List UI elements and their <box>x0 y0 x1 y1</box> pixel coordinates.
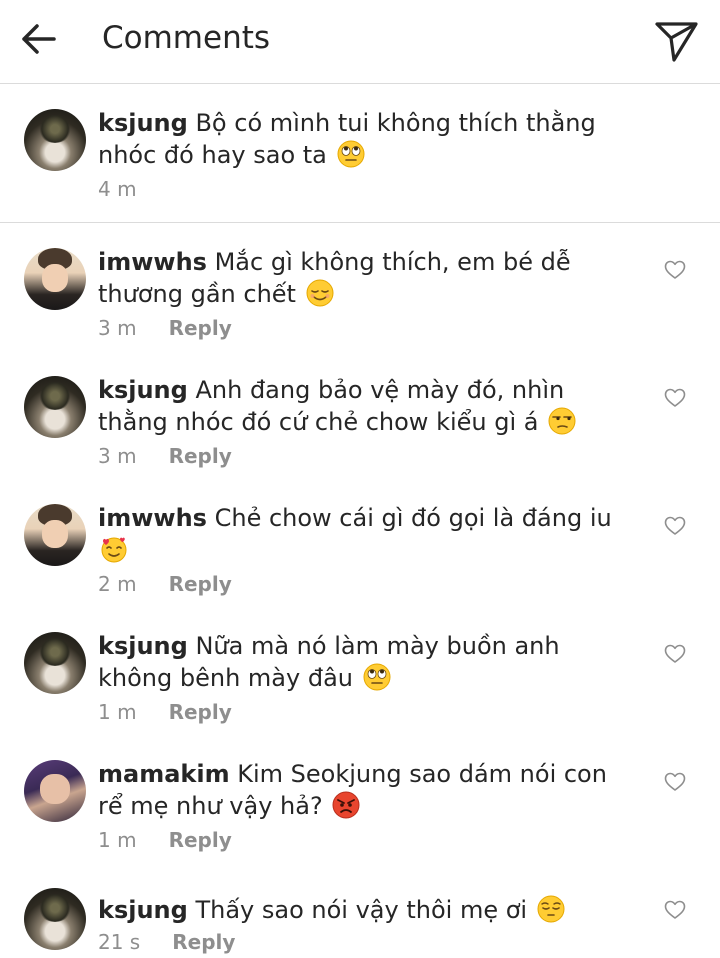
timestamp: 1 m <box>98 828 137 852</box>
eye-roll-emoji-icon <box>337 140 365 168</box>
angry-emoji-icon <box>332 791 360 819</box>
username[interactable]: mamakim <box>98 760 230 788</box>
timestamp: 1 m <box>98 700 137 724</box>
avatar[interactable] <box>24 376 86 438</box>
comment-item: imwwhs Chẻ chow cái gì đó gọi là đáng iu… <box>0 480 720 608</box>
heart-icon[interactable] <box>664 772 686 792</box>
heart-icon[interactable] <box>664 388 686 408</box>
comment-text: imwwhs Chẻ chow cái gì đó gọi là đáng iu <box>98 502 638 566</box>
username[interactable]: ksjung <box>98 632 188 660</box>
comment-text: ksjung Thấy sao nói vậy thôi mẹ ơi <box>98 894 638 926</box>
avatar[interactable] <box>24 632 86 694</box>
timestamp: 21 s <box>98 930 141 954</box>
username[interactable]: ksjung <box>98 896 188 924</box>
username[interactable]: imwwhs <box>98 248 207 276</box>
comment-meta: 1 m Reply <box>98 700 232 724</box>
heart-icon[interactable] <box>664 900 686 920</box>
caption-text: ksjung Bộ có mình tui không thích thằng … <box>98 107 638 171</box>
username[interactable]: imwwhs <box>98 504 207 532</box>
username[interactable]: ksjung <box>98 376 188 404</box>
comment-text: imwwhs Mắc gì không thích, em bé dễ thươ… <box>98 246 638 310</box>
comment-meta: 4 m <box>98 177 137 201</box>
comment-text: ksjung Anh đang bảo vệ mày đó, nhìn thằn… <box>98 374 638 438</box>
comment-body: Chẻ chow cái gì đó gọi là đáng iu <box>214 504 612 532</box>
heart-icon[interactable] <box>664 516 686 536</box>
avatar[interactable] <box>24 504 86 566</box>
avatar[interactable] <box>24 888 86 950</box>
comment-item: ksjung Thấy sao nói vậy thôi mẹ ơi 21 s R… <box>0 864 720 958</box>
eye-roll-emoji-icon <box>363 663 391 691</box>
comment-item: ksjung Anh đang bảo vệ mày đó, nhìn thằn… <box>0 352 720 480</box>
page-title: Comments <box>102 20 271 56</box>
comment-text: ksjung Nữa mà nó làm mày buồn anh không … <box>98 630 638 694</box>
reply-button[interactable]: Reply <box>169 444 232 468</box>
comment-text: mamakim Kim Seokjung sao dám nói con rể … <box>98 758 638 822</box>
pensive-emoji-icon <box>537 895 565 923</box>
comment-meta: 1 m Reply <box>98 828 232 852</box>
top-bar: Comments <box>0 0 720 84</box>
heart-icon[interactable] <box>664 644 686 664</box>
comment-body: Thấy sao nói vậy thôi mẹ ơi <box>195 896 528 924</box>
timestamp: 4 m <box>98 177 137 201</box>
comment-item: ksjung Nữa mà nó làm mày buồn anh không … <box>0 608 720 736</box>
reply-button[interactable]: Reply <box>169 828 232 852</box>
relieved-emoji-icon <box>306 279 334 307</box>
avatar[interactable] <box>24 109 86 171</box>
comment-meta: 3 m Reply <box>98 316 232 340</box>
smiling-hearts-emoji-icon <box>101 537 127 563</box>
comment-item: mamakim Kim Seokjung sao dám nói con rể … <box>0 736 720 864</box>
arrow-left-icon[interactable] <box>20 20 58 58</box>
timestamp: 3 m <box>98 316 137 340</box>
paper-plane-icon[interactable] <box>652 16 700 64</box>
timestamp: 2 m <box>98 572 137 596</box>
reply-button[interactable]: Reply <box>172 930 235 954</box>
post-caption: ksjung Bộ có mình tui không thích thằng … <box>0 85 720 223</box>
comment-meta: 2 m Reply <box>98 572 232 596</box>
comment-item: imwwhs Mắc gì không thích, em bé dễ thươ… <box>0 224 720 352</box>
avatar[interactable] <box>24 248 86 310</box>
comment-meta: 3 m Reply <box>98 444 232 468</box>
comment-meta: 21 s Reply <box>98 930 235 954</box>
reply-button[interactable]: Reply <box>169 572 232 596</box>
avatar[interactable] <box>24 760 86 822</box>
timestamp: 3 m <box>98 444 137 468</box>
username[interactable]: ksjung <box>98 109 188 137</box>
heart-icon[interactable] <box>664 260 686 280</box>
unamused-emoji-icon <box>548 407 576 435</box>
reply-button[interactable]: Reply <box>169 316 232 340</box>
reply-button[interactable]: Reply <box>169 700 232 724</box>
